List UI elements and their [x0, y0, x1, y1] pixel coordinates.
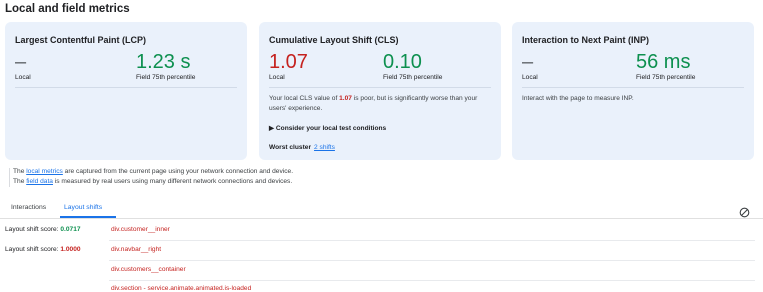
note1-post: are captured from the current page using… [62, 168, 294, 175]
inp-local-value: – [522, 51, 534, 73]
cls-local-value: 1.07 [269, 51, 308, 73]
shift-score: Layout shift score: 1.0000 [5, 246, 81, 253]
clear-icon [739, 207, 750, 218]
inp-separator [522, 87, 744, 88]
row-divider [109, 280, 755, 281]
cls-separator [269, 87, 491, 88]
note-line-2: The field data is measured by real users… [13, 178, 292, 185]
shift-row: Layout shift score: 0.0717 div.customer_… [0, 226, 763, 246]
inp-field-value: 56 ms [636, 51, 691, 73]
lcp-local-label: Local [15, 74, 31, 81]
cls-field-label: Field 75th percentile [383, 74, 443, 81]
inp-card: Interaction to Next Paint (INP) – Local … [512, 22, 754, 160]
local-conditions-details[interactable]: ▶ Consider your local test conditions [269, 124, 386, 132]
row-divider [109, 240, 755, 241]
lcp-field-value: 1.23 s [136, 51, 191, 73]
shift-score-label: Layout shift score: [5, 246, 59, 253]
lcp-local-value: – [15, 51, 27, 73]
shift-node-link[interactable]: div.customers__container [111, 266, 186, 273]
inp-description: Interact with the page to measure INP. [522, 95, 634, 102]
row-divider [109, 260, 755, 261]
cls-field-value: 0.10 [383, 51, 422, 73]
page-title: Local and field metrics [5, 3, 130, 15]
worst-cluster-label: Worst cluster [269, 144, 312, 151]
inp-field-label: Field 75th percentile [636, 74, 696, 81]
shift-node-link[interactable]: div.customer__inner [111, 226, 170, 233]
note-line-1: The local metrics are captured from the … [13, 168, 293, 175]
field-data-link[interactable]: field data [26, 178, 53, 185]
shift-node-link[interactable]: div.navbar__right [111, 246, 161, 253]
tab-interactions[interactable]: Interactions [11, 204, 46, 211]
cls-local-label: Local [269, 74, 285, 81]
shift-score-value: 0.0717 [60, 226, 81, 233]
lcp-separator [15, 87, 237, 88]
note1-pre: The [13, 168, 27, 175]
shift-score-label: Layout shift score: [5, 226, 59, 233]
cls-description: Your local CLS value of 1.07 is poor, bu… [269, 94, 491, 114]
lcp-field-label: Field 75th percentile [136, 74, 196, 81]
triangle-right-icon: ▶ [269, 125, 275, 132]
lcp-title: Largest Contentful Paint (LCP) [15, 35, 146, 45]
local-conditions-label: Consider your local test conditions [275, 125, 387, 132]
clear-button[interactable] [739, 205, 750, 218]
cls-card: Cumulative Layout Shift (CLS) 1.07 Local… [259, 22, 501, 160]
note2-post: is measured by real users using many dif… [52, 178, 293, 185]
cls-title: Cumulative Layout Shift (CLS) [269, 35, 399, 45]
tabs-divider [0, 218, 763, 219]
cls-desc-pre: Your local CLS value of [269, 95, 340, 102]
worst-cluster-link[interactable]: 2 shifts [314, 144, 335, 151]
shift-score: Layout shift score: 0.0717 [5, 226, 81, 233]
local-metrics-link[interactable]: local metrics [26, 168, 63, 175]
tab-layout-shifts[interactable]: Layout shifts [64, 204, 102, 211]
cls-desc-value: 1.07 [339, 95, 352, 102]
note-bar [9, 168, 10, 187]
inp-title: Interaction to Next Paint (INP) [522, 35, 650, 45]
inp-local-label: Local [522, 74, 538, 81]
note2-pre: The [13, 178, 27, 185]
shift-score-value: 1.0000 [60, 246, 81, 253]
worst-cluster: Worst cluster 2 shifts [269, 144, 335, 151]
shift-row: Layout shift score: 1.0000 div.navbar__r… [0, 246, 763, 266]
lcp-card: Largest Contentful Paint (LCP) – Local 1… [5, 22, 247, 160]
